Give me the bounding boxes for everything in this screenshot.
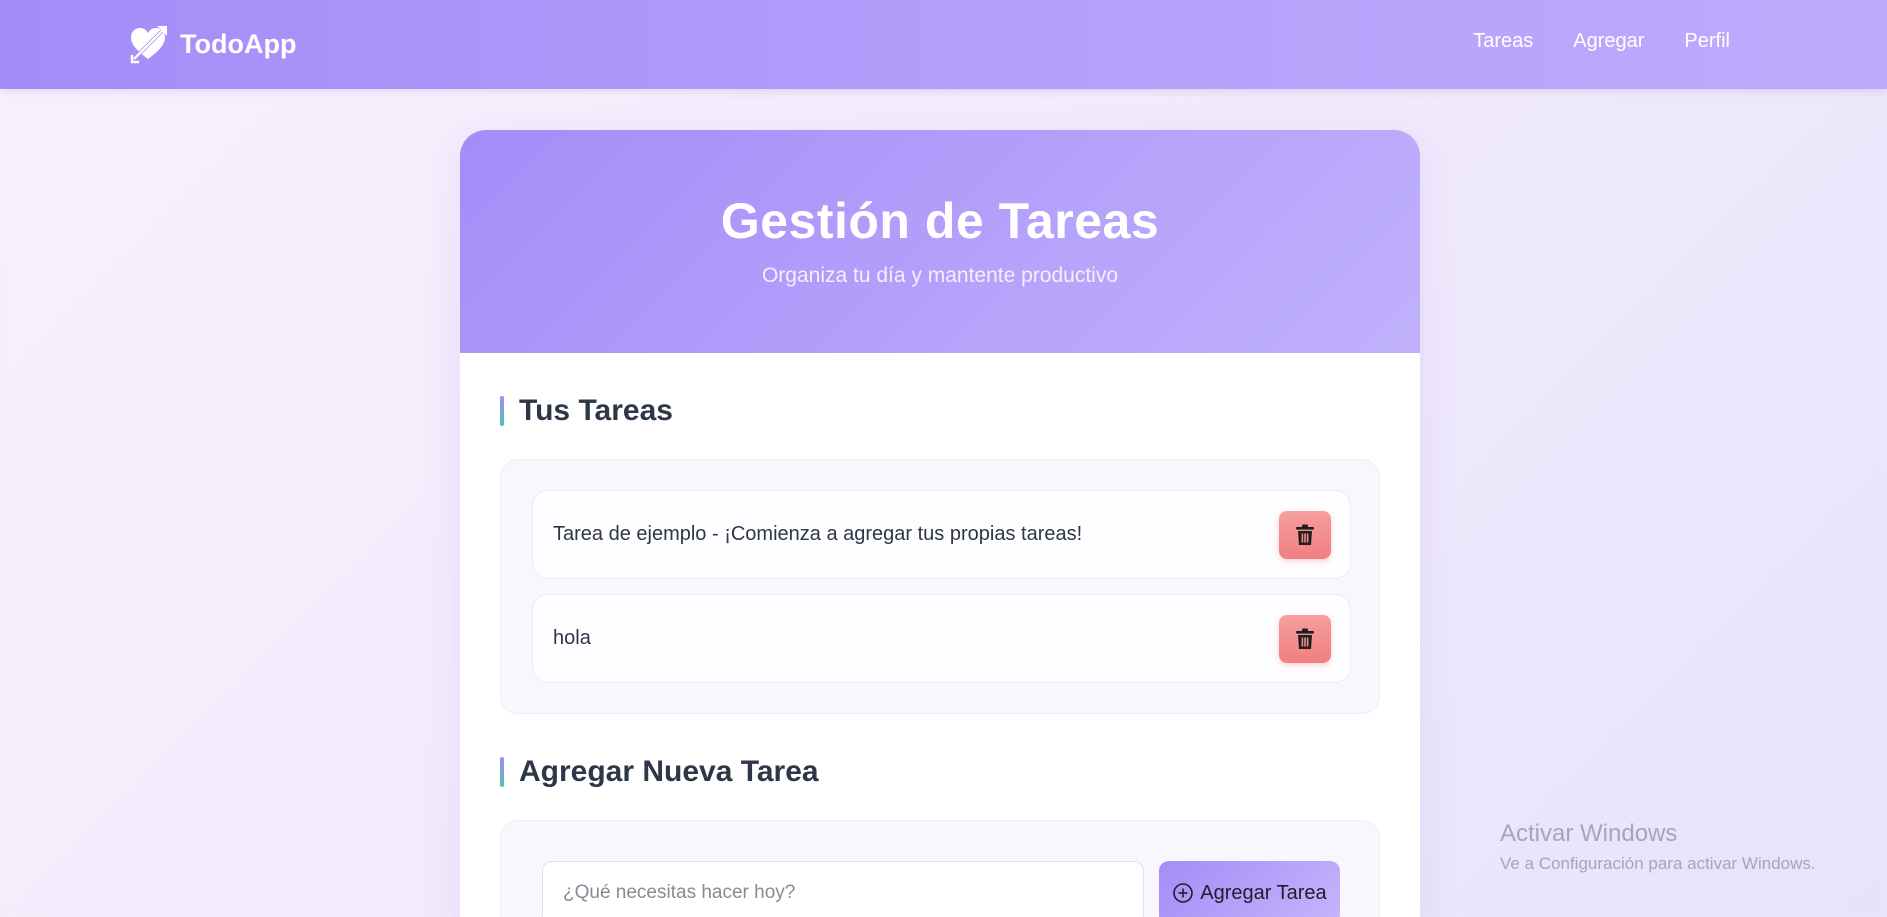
delete-task-button[interactable] bbox=[1279, 510, 1331, 559]
heart-arrow-icon bbox=[128, 23, 170, 65]
heading-accent-bar bbox=[500, 396, 504, 426]
add-task-button-label: Agregar Tarea bbox=[1200, 881, 1327, 904]
tasks-heading: Tus Tareas bbox=[500, 394, 673, 428]
watermark-subtitle: Ve a Configuración para activar Windows. bbox=[1500, 854, 1816, 873]
heading-accent-bar bbox=[500, 757, 504, 787]
page-subtitle: Organiza tu día y mantente productivo bbox=[761, 264, 1119, 287]
tasks-section-title: Tus Tareas bbox=[519, 394, 673, 427]
trash-icon bbox=[1296, 628, 1314, 649]
brand[interactable]: TodoApp bbox=[128, 22, 296, 66]
add-task-form: Agregar Tarea bbox=[500, 820, 1380, 917]
hero-banner: Gestión de Tareas Organiza tu día y mant… bbox=[460, 130, 1420, 353]
nav-link-agregar[interactable]: Agregar bbox=[1573, 30, 1644, 53]
task-list: Tarea de ejemplo - ¡Comienza a agregar t… bbox=[500, 459, 1380, 714]
task-item: Tarea de ejemplo - ¡Comienza a agregar t… bbox=[532, 490, 1351, 579]
page-title: Gestión de Tareas bbox=[720, 193, 1160, 249]
add-task-heading: Agregar Nueva Tarea bbox=[500, 755, 819, 789]
main-card: Gestión de Tareas Organiza tu día y mant… bbox=[460, 130, 1420, 917]
nav-links: Tareas Agregar Perfil bbox=[1473, 30, 1730, 53]
nav-link-perfil[interactable]: Perfil bbox=[1684, 30, 1730, 53]
task-text: Tarea de ejemplo - ¡Comienza a agregar t… bbox=[553, 523, 1083, 545]
brand-name: TodoApp bbox=[180, 28, 297, 59]
add-section-title: Agregar Nueva Tarea bbox=[519, 755, 819, 788]
add-task-button[interactable]: Agregar Tarea bbox=[1159, 861, 1340, 917]
task-text: hola bbox=[553, 627, 591, 649]
windows-activation-watermark: Activar Windows Ve a Configuración para … bbox=[1500, 820, 1816, 874]
new-task-input[interactable] bbox=[542, 861, 1144, 917]
navbar: TodoApp Tareas Agregar Perfil bbox=[0, 0, 1887, 89]
nav-link-tareas[interactable]: Tareas bbox=[1473, 30, 1533, 53]
trash-icon bbox=[1296, 524, 1314, 545]
delete-task-button[interactable] bbox=[1279, 614, 1331, 663]
plus-circle-icon bbox=[1173, 883, 1194, 903]
watermark-title: Activar Windows bbox=[1500, 820, 1678, 847]
task-item: hola bbox=[532, 594, 1351, 683]
